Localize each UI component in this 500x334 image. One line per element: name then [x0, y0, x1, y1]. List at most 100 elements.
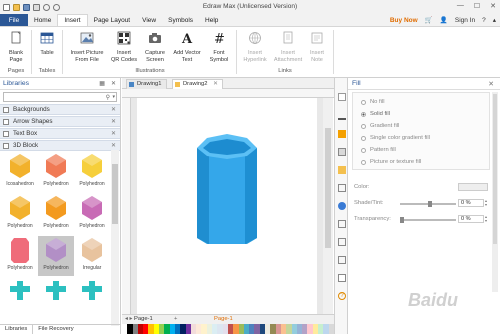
transparency-input[interactable]: 0 %: [458, 215, 484, 223]
tab-symbols[interactable]: Symbols: [162, 14, 199, 26]
option-label: No fill: [370, 99, 385, 105]
radio-gradient-fill[interactable]: Gradient fill: [361, 123, 399, 129]
fill-panel-scrollbar[interactable]: [492, 92, 498, 292]
page-setup-icon[interactable]: [338, 184, 346, 192]
tab-home[interactable]: Home: [28, 14, 57, 26]
library-manage-icon[interactable]: ▦: [99, 80, 105, 87]
radio-no-fill[interactable]: No fill: [361, 99, 385, 105]
insert-attachment-button[interactable]: Insert Attachment: [272, 31, 304, 64]
maximize-button[interactable]: ☐: [474, 2, 480, 10]
ribbon-collapse-icon[interactable]: ▴: [493, 16, 496, 24]
font-symbol-button[interactable]: # Font Symbol: [204, 31, 234, 64]
page-nav-icon[interactable]: ◂ ▸: [125, 316, 132, 322]
add-vector-text-button[interactable]: A Add Vector Text: [170, 31, 204, 64]
shape-item[interactable]: [74, 278, 110, 318]
canvas-vertical-scrollbar[interactable]: [323, 98, 333, 314]
radio-solid-fill[interactable]: Solid fill: [361, 111, 390, 117]
scrollbar-thumb[interactable]: [112, 164, 118, 224]
tab-drawing1[interactable]: Drawing1: [126, 79, 167, 89]
help-icon[interactable]: ?: [338, 292, 346, 300]
file-menu[interactable]: File: [0, 14, 28, 26]
transparency-slider[interactable]: [400, 217, 456, 223]
shape-item[interactable]: Irregular: [74, 236, 110, 276]
add-page-icon[interactable]: +: [174, 316, 177, 322]
panel-close-icon[interactable]: ✕: [488, 80, 494, 88]
insert-note-button[interactable]: Insert Note: [304, 31, 330, 64]
note-icon[interactable]: [338, 238, 346, 246]
layer-icon[interactable]: [338, 166, 346, 174]
radio-icon: [361, 159, 366, 165]
help-icon[interactable]: ?: [482, 17, 486, 24]
scrollbar-thumb[interactable]: [493, 94, 497, 244]
minimize-button[interactable]: —: [457, 2, 464, 10]
panel-close-icon[interactable]: ✕: [111, 80, 116, 87]
shape-item[interactable]: Icosahedron: [2, 152, 38, 192]
color-palette[interactable]: [122, 324, 334, 334]
tab-help[interactable]: Help: [199, 14, 224, 26]
shade-tint-slider[interactable]: [400, 201, 456, 207]
slider-knob[interactable]: [428, 201, 432, 207]
close-icon[interactable]: ✕: [111, 142, 116, 149]
line-icon[interactable]: [338, 112, 346, 120]
capture-screen-button[interactable]: Capture Screen: [140, 31, 170, 64]
data-icon[interactable]: [338, 274, 346, 282]
radio-picture-fill[interactable]: Picture or texture fill: [361, 159, 421, 165]
tab-insert[interactable]: Insert: [57, 14, 88, 26]
attachment-icon[interactable]: [338, 220, 346, 228]
tab-drawing2[interactable]: Drawing2 ✕: [172, 79, 223, 89]
close-icon[interactable]: ✕: [111, 130, 116, 137]
category-arrow-shapes[interactable]: Arrow Shapes ✕: [0, 116, 120, 127]
close-icon[interactable]: ✕: [213, 81, 218, 87]
image-icon[interactable]: [338, 148, 346, 156]
shadow-icon[interactable]: [338, 130, 346, 138]
scrollbar-thumb[interactable]: [325, 128, 331, 248]
transparency-spin-icon[interactable]: ▴ ▾: [485, 215, 487, 223]
shape-item[interactable]: Polyhedron: [74, 152, 110, 192]
color-picker[interactable]: [458, 183, 488, 191]
search-icon[interactable]: ⚲: [106, 94, 110, 101]
libraries-scrollbar[interactable]: [111, 150, 119, 326]
tab-libraries[interactable]: Libraries: [0, 325, 34, 334]
shape-item[interactable]: Polyhedron: [38, 194, 74, 234]
radio-pattern-fill[interactable]: Pattern fill: [361, 147, 396, 153]
shape-item[interactable]: [2, 278, 38, 318]
tab-file-recovery[interactable]: File Recovery: [33, 325, 78, 334]
library-search-input[interactable]: ⚲ ▾: [3, 92, 117, 102]
blank-page-button[interactable]: Blank Page: [3, 31, 29, 64]
tab-page-layout[interactable]: Page Layout: [88, 14, 137, 26]
page-tab[interactable]: Page-1: [134, 316, 153, 322]
shape-item[interactable]: Polyhedron: [38, 236, 74, 276]
drawing-page[interactable]: [137, 98, 317, 314]
octagonal-prism-shape[interactable]: [137, 98, 317, 314]
shape-item[interactable]: Polyhedron: [74, 194, 110, 234]
comment-icon[interactable]: [338, 256, 346, 264]
shape-item[interactable]: [38, 278, 74, 318]
close-icon[interactable]: ✕: [111, 106, 116, 113]
category-text-box[interactable]: Text Box ✕: [0, 128, 120, 139]
tab-view[interactable]: View: [136, 14, 162, 26]
chevron-down-icon[interactable]: ▾: [112, 94, 115, 100]
category-backgrounds[interactable]: Backgrounds ✕: [0, 104, 120, 115]
polyhedron-icon: [10, 281, 30, 300]
table-button[interactable]: Table: [35, 31, 59, 57]
shape-item[interactable]: Polyhedron: [38, 152, 74, 192]
user-icon[interactable]: 👤: [440, 16, 448, 24]
close-button[interactable]: ✕: [490, 2, 496, 10]
cart-icon[interactable]: 🛒: [425, 16, 433, 24]
hyperlink-icon[interactable]: [338, 202, 346, 210]
category-icon: [3, 142, 9, 149]
shade-spin-icon[interactable]: ▴ ▾: [485, 199, 487, 207]
close-icon[interactable]: ✕: [111, 118, 116, 125]
page-tab-active[interactable]: Page-1: [214, 316, 233, 322]
shape-item[interactable]: Polyhedron: [2, 194, 38, 234]
insert-hyperlink-button[interactable]: Insert Hyperlink: [240, 31, 270, 64]
fill-icon[interactable]: [338, 93, 346, 101]
sign-in-link[interactable]: Sign In: [455, 17, 475, 24]
slider-knob[interactable]: [400, 217, 404, 223]
radio-single-color-gradient-fill[interactable]: Single color gradient fill: [361, 135, 430, 141]
shape-item[interactable]: Polyhedron: [2, 236, 38, 276]
shade-tint-input[interactable]: 0 %: [458, 199, 484, 207]
buy-now-link[interactable]: Buy Now: [390, 17, 418, 24]
insert-qr-codes-button[interactable]: Insert QR Codes: [109, 31, 139, 64]
insert-picture-button[interactable]: Insert Picture From File: [66, 31, 108, 64]
